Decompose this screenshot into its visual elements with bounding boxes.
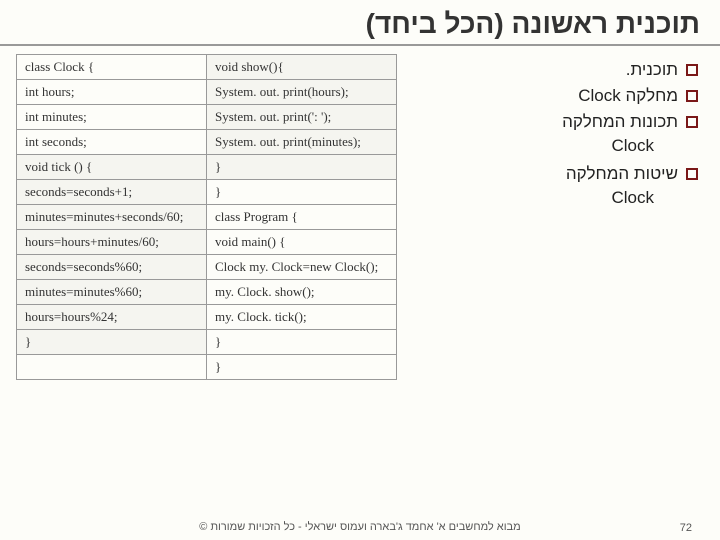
content-area: class Clock { void show(){ int hours; Sy… bbox=[0, 46, 720, 380]
code-cell: void show(){ bbox=[207, 55, 397, 80]
bullet-icon bbox=[686, 116, 698, 128]
code-cell: } bbox=[207, 180, 397, 205]
code-cell: int hours; bbox=[17, 80, 207, 105]
code-cell: System. out. print(hours); bbox=[207, 80, 397, 105]
bullet-text: שיטות המחלקה bbox=[566, 164, 678, 184]
code-cell bbox=[17, 355, 207, 380]
code-cell: } bbox=[207, 330, 397, 355]
code-cell: void main() { bbox=[207, 230, 397, 255]
bullet-icon bbox=[686, 64, 698, 76]
bullet-item: מחלקה Clock bbox=[397, 84, 698, 110]
code-cell: class Clock { bbox=[17, 55, 207, 80]
code-cell: hours=hours%24; bbox=[17, 305, 207, 330]
bullet-subtext: Clock bbox=[397, 188, 698, 214]
code-cell: my. Clock. tick(); bbox=[207, 305, 397, 330]
code-table: class Clock { void show(){ int hours; Sy… bbox=[16, 54, 397, 380]
bullet-item: תוכנית. bbox=[397, 58, 698, 84]
code-cell: hours=hours+minutes/60; bbox=[17, 230, 207, 255]
bullet-subtext: Clock bbox=[397, 136, 698, 162]
code-cell: int minutes; bbox=[17, 105, 207, 130]
code-cell: System. out. print(': '); bbox=[207, 105, 397, 130]
bullet-text: תכונות המחלקה bbox=[562, 112, 678, 132]
bullet-text: תוכנית. bbox=[626, 60, 678, 80]
code-cell: Clock my. Clock=new Clock(); bbox=[207, 255, 397, 280]
footer-credit: מבוא למחשבים א' אחמד ג'בארה ועמוס ישראלי… bbox=[199, 521, 520, 534]
footer: 72 מבוא למחשבים א' אחמד ג'בארה ועמוס ישר… bbox=[0, 522, 720, 534]
code-cell: } bbox=[207, 355, 397, 380]
bullet-panel: תוכנית. מחלקה Clock תכונות המחלקה Clock … bbox=[397, 54, 704, 380]
code-cell: my. Clock. show(); bbox=[207, 280, 397, 305]
code-cell: System. out. print(minutes); bbox=[207, 130, 397, 155]
code-cell: class Program { bbox=[207, 205, 397, 230]
code-cell: int seconds; bbox=[17, 130, 207, 155]
code-cell: minutes=minutes%60; bbox=[17, 280, 207, 305]
code-cell: } bbox=[207, 155, 397, 180]
slide-title: תוכנית ראשונה (הכל ביחד) bbox=[0, 0, 720, 46]
code-cell: seconds=seconds%60; bbox=[17, 255, 207, 280]
bullet-item: תכונות המחלקה bbox=[397, 110, 698, 136]
code-cell: void tick () { bbox=[17, 155, 207, 180]
bullet-text: מחלקה Clock bbox=[578, 86, 678, 106]
bullet-icon bbox=[686, 168, 698, 180]
code-cell: minutes=minutes+seconds/60; bbox=[17, 205, 207, 230]
code-cell: } bbox=[17, 330, 207, 355]
bullet-icon bbox=[686, 90, 698, 102]
page-number: 72 bbox=[680, 522, 692, 534]
bullet-item: שיטות המחלקה bbox=[397, 162, 698, 188]
code-cell: seconds=seconds+1; bbox=[17, 180, 207, 205]
